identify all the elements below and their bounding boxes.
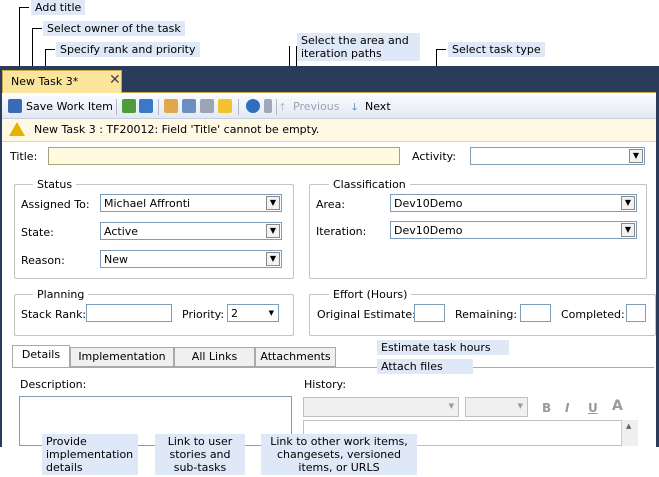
document-tab[interactable]: New Task 3* ✕ xyxy=(2,70,122,93)
activity-dropdown[interactable]: ▼ xyxy=(470,147,645,165)
leader-title-h xyxy=(19,7,29,8)
leader-rank-h xyxy=(45,49,55,50)
toolbar-separator xyxy=(276,99,277,115)
undo-icon[interactable] xyxy=(139,99,153,113)
chevron-down-icon: ▼ xyxy=(268,309,274,317)
remaining-label: Remaining: xyxy=(455,308,518,321)
reason-value: New xyxy=(104,253,128,266)
check-icon[interactable] xyxy=(218,99,232,113)
save-icon[interactable] xyxy=(8,99,22,113)
warning-icon xyxy=(9,122,25,136)
reason-label: Reason: xyxy=(21,254,65,267)
callout-estimate: Estimate task hours xyxy=(377,340,509,355)
title-input[interactable] xyxy=(48,147,400,165)
assigned-to-label: Assigned To: xyxy=(21,198,90,211)
toolbar: Save Work Item 🡑 Previous 🡓 Next xyxy=(2,96,656,119)
tab-attachments[interactable]: Attachments xyxy=(255,347,336,367)
callout-link-other: Link to other work items, changesets, ve… xyxy=(261,434,417,475)
iteration-label: Iteration: xyxy=(316,225,367,238)
previous-arrow-icon: 🡑 xyxy=(280,102,286,113)
priority-dropdown[interactable]: 2 ▼ xyxy=(227,304,279,322)
area-value: Dev10Demo xyxy=(394,197,463,210)
tab-implementation[interactable]: Implementation xyxy=(70,347,174,367)
chevron-down-icon: ▼ xyxy=(621,196,635,210)
chevron-down-icon: ▼ xyxy=(621,223,635,237)
underline-button[interactable]: U xyxy=(588,401,598,415)
italic-button[interactable]: I xyxy=(565,401,569,415)
toolbar-separator xyxy=(158,99,159,115)
chevron-down-icon: ▼ xyxy=(266,252,280,266)
chevron-down-icon: ▼ xyxy=(448,402,454,410)
priority-label: Priority: xyxy=(182,308,225,321)
completed-input[interactable] xyxy=(626,304,646,322)
completed-label: Completed: xyxy=(561,308,625,321)
planning-header: Planning xyxy=(33,288,89,301)
font-family-dropdown[interactable]: ▼ xyxy=(303,397,459,417)
chevron-up-icon: ▲ xyxy=(626,422,632,430)
previous-button[interactable]: Previous xyxy=(293,100,340,113)
iteration-value: Dev10Demo xyxy=(394,224,463,237)
toolbar-separator xyxy=(116,99,117,115)
warning-message: New Task 3 : TF20012: Field 'Title' cann… xyxy=(34,123,320,136)
callout-select-area: Select the area and iteration paths xyxy=(297,33,420,61)
tab-details[interactable]: Details xyxy=(12,345,70,367)
refresh-icon[interactable] xyxy=(122,99,136,113)
chevron-down-icon: ▼ xyxy=(266,196,280,210)
reason-dropdown[interactable]: New ▼ xyxy=(100,250,282,268)
activity-label: Activity: xyxy=(412,150,457,163)
assigned-to-dropdown[interactable]: Michael Affronti ▼ xyxy=(100,194,282,212)
callout-specify-rank: Specify rank and priority xyxy=(56,42,200,57)
leader-type-h xyxy=(436,49,446,50)
help-icon[interactable] xyxy=(246,99,260,113)
bold-button[interactable]: B xyxy=(542,401,551,415)
stack-rank-label: Stack Rank: xyxy=(21,308,87,321)
toolbar-separator xyxy=(238,99,239,115)
leader-owner-h xyxy=(32,28,42,29)
callout-attach: Attach files xyxy=(377,359,473,374)
chevron-down-icon: ▼ xyxy=(517,402,523,410)
paste-icon[interactable] xyxy=(200,99,214,113)
state-dropdown[interactable]: Active ▼ xyxy=(100,222,282,240)
tab-all-links[interactable]: All Links xyxy=(174,347,255,367)
title-label: Title: xyxy=(10,150,38,163)
chevron-down-icon: ▼ xyxy=(629,149,643,163)
callout-link-stories: Link to user stories and sub-tasks xyxy=(155,434,245,475)
callout-select-owner: Select owner of the task xyxy=(43,21,185,36)
font-size-dropdown[interactable]: ▼ xyxy=(465,397,528,417)
font-color-button[interactable]: A xyxy=(612,398,623,414)
tab-title: New Task 3* xyxy=(11,75,79,88)
copy-icon[interactable] xyxy=(182,99,196,113)
state-value: Active xyxy=(104,225,139,238)
classification-header: Classification xyxy=(329,178,410,191)
next-button[interactable]: Next xyxy=(365,100,391,113)
warning-bar: New Task 3 : TF20012: Field 'Title' cann… xyxy=(2,119,656,142)
description-label: Description: xyxy=(20,378,87,391)
state-label: State: xyxy=(21,226,54,239)
new-linked-item-icon[interactable] xyxy=(164,99,178,113)
stack-rank-input[interactable] xyxy=(86,304,172,322)
original-estimate-input[interactable] xyxy=(414,304,445,322)
original-estimate-label: Original Estimate: xyxy=(317,308,416,321)
iteration-dropdown[interactable]: Dev10Demo ▼ xyxy=(390,221,637,239)
callout-select-type: Select task type xyxy=(448,42,545,57)
effort-header: Effort (Hours) xyxy=(329,288,412,301)
area-label: Area: xyxy=(316,198,346,211)
assigned-to-value: Michael Affronti xyxy=(104,197,191,210)
dropdown-icon[interactable] xyxy=(264,99,272,113)
status-header: Status xyxy=(33,178,77,191)
priority-value: 2 xyxy=(231,307,238,320)
callout-impl-details: Provide implementation details xyxy=(42,434,138,475)
area-dropdown[interactable]: Dev10Demo ▼ xyxy=(390,194,637,212)
close-icon[interactable]: ✕ xyxy=(109,72,121,88)
callout-add-title: Add title xyxy=(31,0,86,15)
chevron-down-icon: ▼ xyxy=(266,224,280,238)
save-work-item-button[interactable]: Save Work Item xyxy=(26,100,113,113)
remaining-input[interactable] xyxy=(520,304,551,322)
next-arrow-icon: 🡓 xyxy=(352,102,358,113)
history-scrollbar[interactable]: ▲ xyxy=(621,420,638,446)
history-label: History: xyxy=(304,378,347,391)
